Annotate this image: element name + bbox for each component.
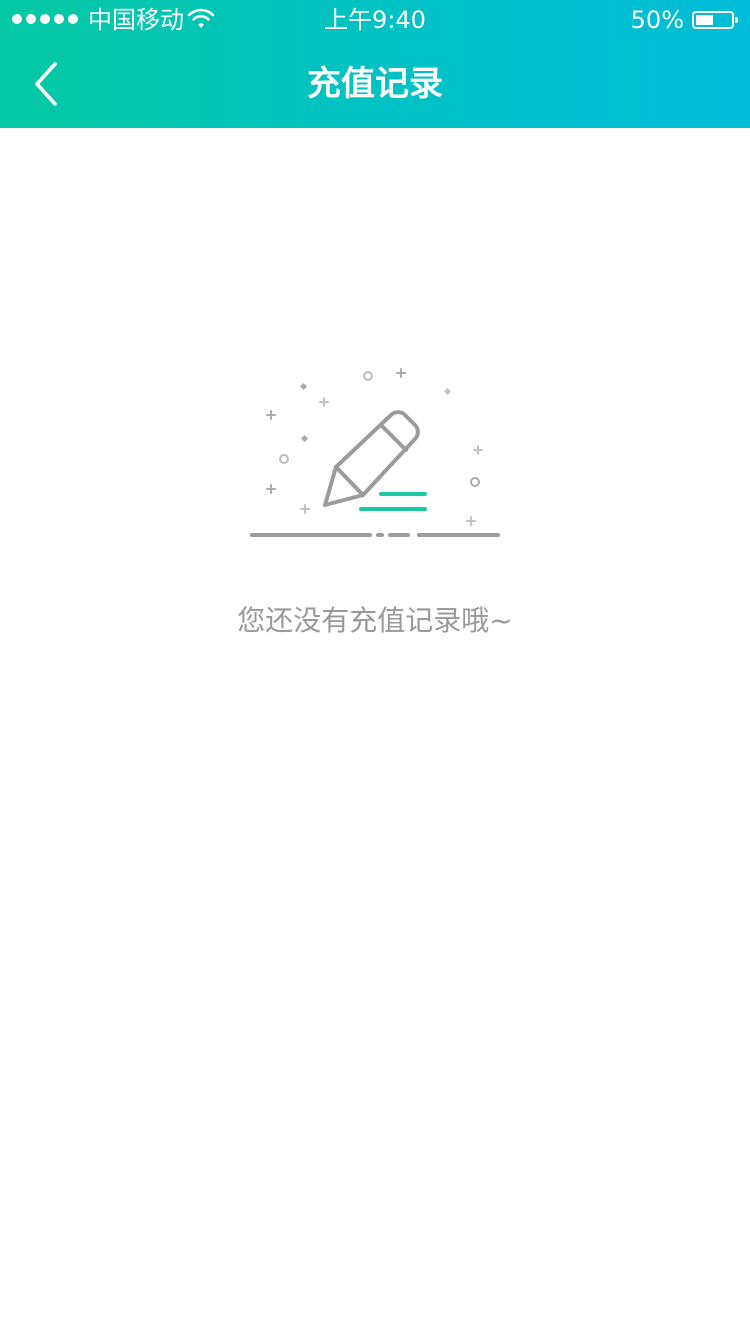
header: 中国移动 上午9:40 50% 充值记录 [0,0,750,128]
status-bar: 中国移动 上午9:40 50% [0,0,750,40]
page-title: 充值记录 [307,64,443,104]
pencil-writing-icon [250,368,500,537]
battery-percentage: 50% [630,6,684,34]
battery-level [696,15,713,25]
battery-icon [692,11,738,29]
empty-message: 您还没有充值记录哦~ [237,604,513,637]
nav-bar: 充值记录 [0,40,750,128]
